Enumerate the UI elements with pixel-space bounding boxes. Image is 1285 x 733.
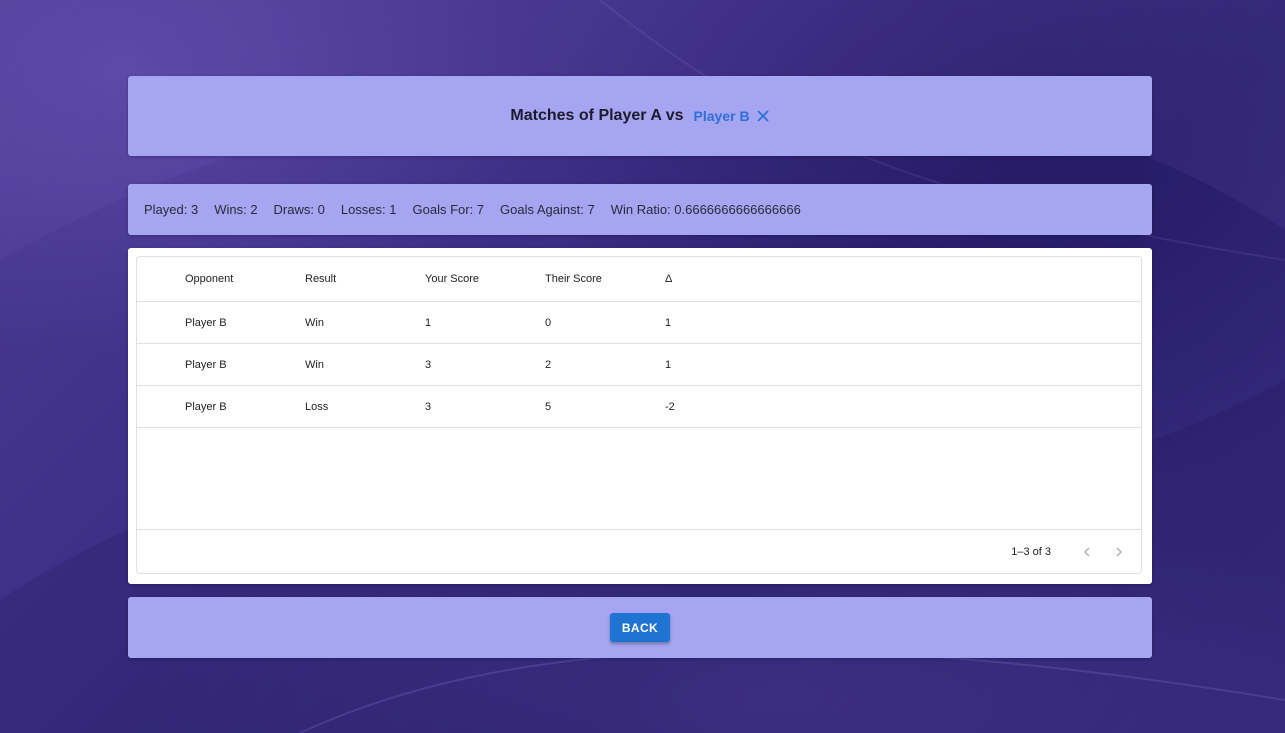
page-title: Matches of Player A vs [510, 107, 684, 124]
column-header-their-score[interactable]: Their Score [545, 273, 665, 285]
cell-opponent: Player B [185, 358, 227, 371]
cell-your-score: 3 [425, 358, 432, 371]
column-header-delta[interactable]: Δ [665, 273, 785, 285]
cell-delta: 1 [665, 358, 672, 371]
header-card: Matches of Player A vs Player B [128, 76, 1152, 156]
cell-result: Win [305, 358, 324, 371]
stat-played: Played: 3 [144, 202, 199, 217]
chevron-left-icon [1083, 546, 1090, 557]
table-row[interactable]: Player B Win 1 0 1 [137, 302, 1141, 344]
cell-delta: -2 [665, 400, 675, 413]
cell-their-score: 0 [545, 316, 552, 329]
cell-opponent: Player B [185, 316, 227, 329]
stat-draws: Draws: 0 [273, 202, 325, 217]
cell-result: Loss [305, 400, 329, 413]
cell-result: Win [305, 316, 324, 329]
table-row[interactable]: Player B Win 3 2 1 [137, 344, 1141, 386]
stat-win-ratio: Win Ratio: 0.6666666666666666 [610, 202, 801, 217]
cell-their-score: 2 [545, 358, 552, 371]
chevron-right-icon [1116, 546, 1123, 557]
stats-bar: Played: 3 Wins: 2 Draws: 0 Losses: 1 Goa… [128, 184, 1152, 235]
cell-delta: 1 [665, 316, 672, 329]
matches-grid: Opponent Result Your Score Their Score Δ… [136, 256, 1142, 574]
cell-your-score: 1 [425, 316, 432, 329]
matches-table-card: Opponent Result Your Score Their Score Δ… [128, 248, 1152, 584]
column-header-opponent[interactable]: Opponent [185, 273, 305, 285]
prev-page-button[interactable] [1075, 540, 1099, 564]
column-header-your-score[interactable]: Your Score [425, 273, 545, 285]
cell-your-score: 3 [425, 400, 432, 413]
close-icon[interactable] [756, 109, 770, 123]
footer-card: BACK [128, 597, 1152, 658]
table-row[interactable]: Player B Loss 3 5 -2 [137, 386, 1141, 428]
stat-goals-against: Goals Against: 7 [500, 202, 595, 217]
cell-opponent: Player B [185, 400, 227, 413]
table-header-row: Opponent Result Your Score Their Score Δ [137, 257, 1141, 302]
stat-losses: Losses: 1 [340, 202, 397, 217]
next-page-button[interactable] [1107, 540, 1131, 564]
back-button[interactable]: BACK [609, 613, 671, 642]
stat-wins: Wins: 2 [214, 202, 258, 217]
opponent-chip-label: Player B [693, 108, 750, 124]
opponent-filter-chip[interactable]: Player B [694, 108, 770, 124]
table-pagination: 1–3 of 3 [137, 529, 1141, 573]
stat-goals-for: Goals For: 7 [412, 202, 485, 217]
cell-their-score: 5 [545, 400, 552, 413]
pagination-info: 1–3 of 3 [1011, 545, 1051, 558]
column-header-result[interactable]: Result [305, 273, 425, 285]
